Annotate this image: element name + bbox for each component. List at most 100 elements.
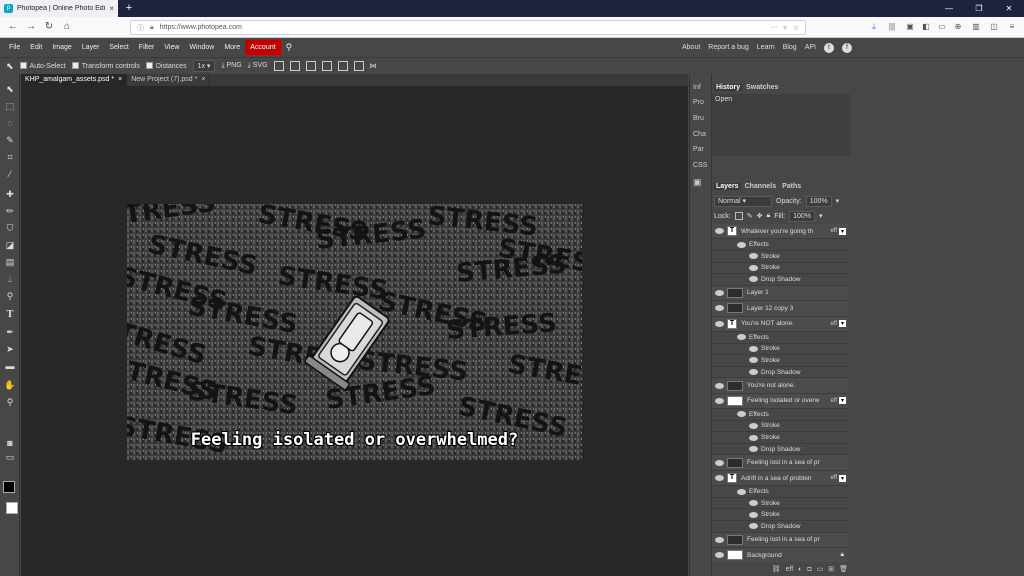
page-actions-icon[interactable]: ··· bbox=[770, 24, 777, 31]
visibility-eye-icon[interactable] bbox=[715, 552, 724, 559]
account-button[interactable]: Account bbox=[245, 40, 281, 55]
menu-file[interactable]: File bbox=[4, 40, 25, 55]
close-icon[interactable]: × bbox=[201, 74, 205, 86]
menu-select[interactable]: Select bbox=[104, 40, 133, 55]
sidebar-icon[interactable]: ▭ bbox=[936, 21, 948, 33]
history-item-open[interactable]: Open bbox=[715, 96, 732, 103]
adjustment-layer-icon[interactable]: ◐ bbox=[798, 566, 802, 573]
extension-icon[interactable]: ⊕ bbox=[952, 21, 964, 33]
layer-name[interactable]: Feeling isolated or overw bbox=[747, 397, 830, 404]
visibility-eye-icon[interactable] bbox=[749, 422, 758, 429]
export-png-button[interactable]: ⤓ PNG bbox=[221, 62, 241, 70]
tab-layers[interactable]: Layers bbox=[714, 182, 741, 190]
visibility-eye-icon[interactable] bbox=[749, 500, 758, 507]
move-tool-icon[interactable]: ⬉ bbox=[6, 61, 14, 72]
effect-row[interactable]: Stroke bbox=[712, 262, 848, 275]
pen-tool-icon[interactable]: ✒ bbox=[3, 325, 17, 339]
visibility-eye-icon[interactable] bbox=[749, 345, 758, 352]
visibility-eye-icon[interactable] bbox=[749, 369, 758, 376]
layer-name[interactable]: You're NOT alone. bbox=[741, 320, 830, 327]
visibility-eye-icon[interactable] bbox=[715, 459, 724, 466]
visibility-eye-icon[interactable] bbox=[749, 446, 758, 453]
lock-pixels-icon[interactable]: ✎ bbox=[747, 212, 753, 220]
layer-row[interactable]: Layer 12 copy 3 bbox=[712, 301, 848, 317]
doc-tab-new-project[interactable]: New Project (7).psd * × bbox=[127, 74, 211, 86]
effect-row[interactable]: Stroke bbox=[712, 420, 848, 433]
visibility-eye-icon[interactable] bbox=[715, 289, 724, 296]
layer-row[interactable]: T Whatever you're going th eff ▾ bbox=[712, 224, 848, 240]
quick-mask-icon[interactable]: ◙ bbox=[3, 436, 17, 450]
align-top-icon[interactable] bbox=[321, 61, 332, 71]
learn-link[interactable]: Learn bbox=[757, 44, 775, 51]
visibility-eye-icon[interactable] bbox=[715, 228, 724, 235]
layer-row[interactable]: T You're NOT alone. eff ▾ bbox=[712, 316, 848, 332]
layer-effects-badge[interactable]: eff bbox=[830, 398, 837, 404]
type-tool-icon[interactable]: T bbox=[3, 308, 17, 322]
effect-row[interactable]: Drop Shadow bbox=[712, 443, 848, 456]
visibility-eye-icon[interactable] bbox=[715, 320, 724, 327]
background-color-swatch[interactable] bbox=[6, 502, 18, 514]
visibility-eye-icon[interactable] bbox=[749, 357, 758, 364]
distribute-icon[interactable]: ⋈ bbox=[370, 62, 377, 70]
auto-select-checkbox[interactable]: Auto-Select bbox=[19, 62, 66, 70]
document-canvas[interactable]: STRESS STRESS STRESS STRESS STRESS STRESS STRE… bbox=[127, 204, 582, 460]
opacity-dropdown-icon[interactable]: ▾ bbox=[836, 197, 840, 205]
hamburger-menu-icon[interactable]: ≡ bbox=[1006, 21, 1018, 33]
visibility-eye-icon[interactable] bbox=[749, 253, 758, 260]
align-center-icon[interactable] bbox=[289, 61, 300, 71]
visibility-eye-icon[interactable] bbox=[749, 264, 758, 271]
paragraph-panel-button[interactable]: Par bbox=[693, 146, 704, 153]
link-layers-icon[interactable]: ⛓ bbox=[772, 565, 781, 573]
close-icon[interactable]: × bbox=[118, 74, 122, 86]
effects-group-row[interactable]: Effects bbox=[712, 486, 848, 498]
blend-mode-select[interactable]: Normal ▾ bbox=[714, 195, 772, 207]
about-link[interactable]: About bbox=[682, 44, 700, 51]
lock-all-icon[interactable]: 🔒︎ bbox=[766, 212, 770, 220]
eraser-tool-icon[interactable]: ◪ bbox=[3, 238, 17, 252]
info-icon[interactable]: ⓘ bbox=[137, 23, 144, 33]
menu-window[interactable]: Window bbox=[184, 40, 219, 55]
export-svg-button[interactable]: ⤓ SVG bbox=[248, 62, 268, 70]
layer-name[interactable]: Adrift in a sea of problen bbox=[741, 475, 830, 482]
visibility-eye-icon[interactable] bbox=[749, 523, 758, 530]
align-middle-icon[interactable] bbox=[337, 61, 348, 71]
visibility-eye-icon[interactable] bbox=[749, 434, 758, 441]
layer-name[interactable]: Feeling lost in a sea of pr bbox=[747, 536, 848, 543]
effect-row[interactable]: Stroke bbox=[712, 497, 848, 510]
visibility-eye-icon[interactable] bbox=[715, 305, 724, 312]
maximize-icon[interactable]: ❐ bbox=[964, 0, 994, 17]
image-panel-icon[interactable]: ▣ bbox=[693, 177, 702, 188]
new-layer-icon[interactable]: ⊞ bbox=[828, 565, 834, 573]
effect-row[interactable]: Drop Shadow bbox=[712, 366, 848, 379]
effect-row[interactable]: Stroke bbox=[712, 343, 848, 356]
expand-effects-icon[interactable]: ▾ bbox=[839, 474, 846, 482]
effect-row[interactable]: Stroke bbox=[712, 509, 848, 522]
eyedropper-tool-icon[interactable]: ⁄ bbox=[3, 167, 17, 181]
brush-tool-icon[interactable]: ✏ bbox=[3, 204, 17, 218]
visibility-eye-icon[interactable] bbox=[715, 475, 724, 482]
path-select-tool-icon[interactable]: ➤ bbox=[3, 342, 17, 356]
transform-controls-checkbox[interactable]: Transform controls bbox=[71, 62, 140, 70]
menu-view[interactable]: View bbox=[159, 40, 184, 55]
crop-tool-icon[interactable]: ⌗ bbox=[3, 150, 17, 164]
hand-tool-icon[interactable]: ✋ bbox=[3, 378, 17, 392]
effect-row[interactable]: Stroke bbox=[712, 355, 848, 367]
visibility-eye-icon[interactable] bbox=[737, 488, 746, 495]
tab-close-icon[interactable]: × bbox=[109, 4, 114, 13]
visibility-eye-icon[interactable] bbox=[715, 397, 724, 404]
url-text[interactable]: https://www.photopea.com bbox=[160, 24, 764, 31]
lock-position-icon[interactable]: ✥ bbox=[757, 212, 763, 220]
move-tool-icon[interactable]: ⬉ bbox=[3, 82, 17, 96]
layer-row[interactable]: You're not alone. bbox=[712, 378, 848, 394]
extension-icon[interactable]: ▣ bbox=[904, 21, 916, 33]
visibility-eye-icon[interactable] bbox=[737, 241, 746, 248]
pocket-icon[interactable]: ▿ bbox=[783, 24, 787, 32]
menu-layer[interactable]: Layer bbox=[77, 40, 105, 55]
new-tab-button[interactable]: + bbox=[122, 2, 136, 15]
tab-history[interactable]: History bbox=[714, 83, 743, 91]
downloads-icon[interactable]: ⤓ bbox=[868, 21, 880, 33]
effect-row[interactable]: Drop Shadow bbox=[712, 521, 848, 533]
fill-dropdown-icon[interactable]: ▾ bbox=[819, 212, 823, 220]
expand-effects-icon[interactable]: ▾ bbox=[839, 397, 846, 405]
expand-effects-icon[interactable]: ▾ bbox=[839, 227, 846, 235]
